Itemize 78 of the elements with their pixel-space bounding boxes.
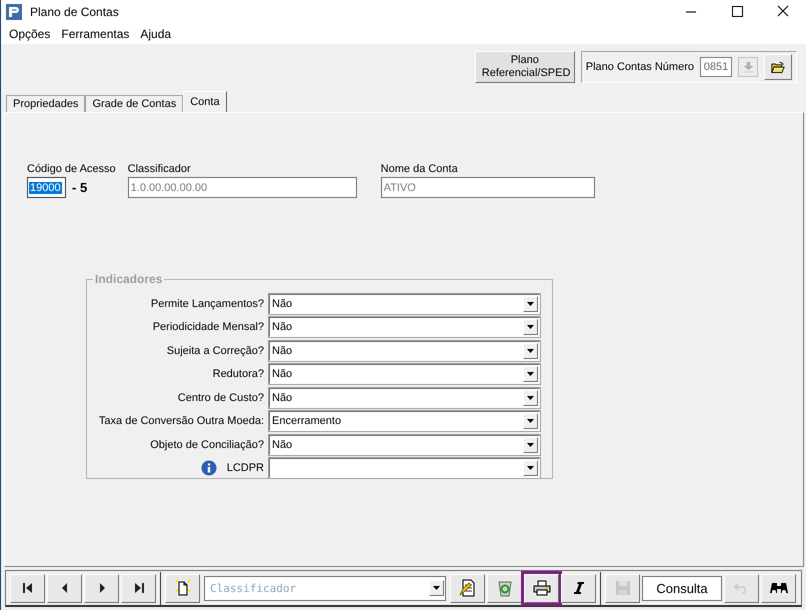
- classifier-combo[interactable]: Classificador: [204, 576, 446, 600]
- first-button[interactable]: [10, 574, 45, 602]
- last-button[interactable]: [121, 574, 156, 602]
- italic-icon: [572, 581, 584, 595]
- dropdown-button[interactable]: [523, 342, 538, 359]
- edit-button[interactable]: [450, 574, 485, 602]
- tab[interactable]: Conta: [183, 91, 227, 112]
- indicator-label: Taxa de Conversão Outra Moeda:: [98, 415, 264, 428]
- open-folder-button[interactable]: [764, 54, 792, 80]
- tab[interactable]: Grade de Contas: [85, 95, 184, 112]
- dropdown-arrow-icon: [527, 372, 534, 376]
- classifier-field[interactable]: 1.0.00.00.00.00: [128, 177, 357, 198]
- indicator-combo[interactable]: [269, 458, 540, 478]
- menu-item[interactable]: Ferramentas: [57, 27, 136, 41]
- access-code-field[interactable]: 19000: [27, 177, 66, 198]
- indicator-label: Permite Lançamentos?: [150, 298, 264, 310]
- recycle-button[interactable]: [487, 574, 522, 602]
- binoculars-icon: [770, 581, 788, 595]
- first-record-icon: [20, 581, 34, 595]
- download-icon: [744, 62, 752, 72]
- dropdown-button[interactable]: [523, 436, 538, 453]
- dropdown-button[interactable]: [523, 413, 538, 430]
- field-label: Nome da Conta: [380, 163, 459, 176]
- access-code-value: 19000: [29, 182, 62, 194]
- classifier-input[interactable]: Classificador: [208, 580, 429, 596]
- dropdown-arrow-icon: [527, 466, 534, 470]
- indicator-label: Sujeita a Correção?: [166, 344, 264, 357]
- recycle-bin-icon: [496, 579, 512, 597]
- dropdown-button[interactable]: [523, 296, 538, 312]
- open-folder-icon: [771, 60, 785, 74]
- indicator-label: Centro de Custo?: [178, 392, 264, 404]
- window-title: Plano de Contas: [30, 5, 120, 19]
- indicator-combo[interactable]: Encerramento: [269, 411, 540, 432]
- find-button[interactable]: [761, 574, 796, 602]
- indicator-label: Redutora?: [212, 368, 264, 380]
- save-icon: [614, 580, 630, 596]
- dropdown-arrow-icon: [433, 586, 440, 590]
- new-button[interactable]: [165, 574, 200, 602]
- dropdown-arrow-icon: [527, 302, 534, 306]
- dropdown-button[interactable]: [523, 390, 538, 406]
- dropdown-arrow-icon: [527, 348, 534, 353]
- menu-item[interactable]: Ajuda: [136, 27, 178, 41]
- info-icon[interactable]: [200, 460, 217, 476]
- indicator-label: LCDPR: [226, 462, 264, 474]
- mode-display: Consulta: [642, 576, 722, 600]
- dropdown-button[interactable]: [523, 366, 538, 382]
- plan-number-field[interactable]: 0851: [700, 57, 732, 77]
- indicator-combo[interactable]: Não: [269, 317, 540, 338]
- app-logo-icon: [6, 4, 22, 20]
- dropdown-arrow-icon: [527, 442, 534, 447]
- indicator-combo[interactable]: Não: [269, 388, 540, 408]
- prev-button[interactable]: [47, 574, 82, 602]
- sped-button[interactable]: Plano Referencial/SPED: [474, 51, 575, 83]
- account-name-field[interactable]: ATIVO: [380, 177, 595, 198]
- dropdown-arrow-icon: [527, 325, 534, 330]
- tab[interactable]: Propriedades: [6, 95, 86, 112]
- dropdown-arrow-icon: [527, 396, 534, 400]
- indicator-combo[interactable]: Não: [269, 434, 540, 455]
- indicator-combo[interactable]: Não: [269, 364, 540, 384]
- menu-item[interactable]: Opções: [5, 27, 58, 41]
- printer-icon: [532, 580, 550, 596]
- dropdown-arrow-icon: [527, 419, 534, 424]
- dropdown-button[interactable]: [429, 580, 444, 596]
- new-document-icon: [174, 579, 190, 597]
- field-label: Classificador: [128, 163, 192, 176]
- next-button[interactable]: [84, 574, 119, 602]
- field-label: Código de Acesso: [27, 163, 116, 176]
- dropdown-button[interactable]: [523, 319, 538, 336]
- italic-button[interactable]: [561, 574, 596, 602]
- indicator-label: Periodicidade Mensal?: [152, 321, 264, 334]
- check-digit: - 5: [72, 180, 88, 194]
- plan-number-label: Plano Contas Número: [586, 61, 694, 73]
- indicator-combo[interactable]: Não: [269, 340, 540, 361]
- indicator-combo[interactable]: Não: [269, 294, 540, 314]
- dropdown-button[interactable]: [523, 460, 538, 476]
- indicator-label: Objeto de Conciliação?: [150, 438, 264, 451]
- edit-document-icon: [458, 579, 476, 597]
- group-title: Indicadores: [93, 272, 164, 286]
